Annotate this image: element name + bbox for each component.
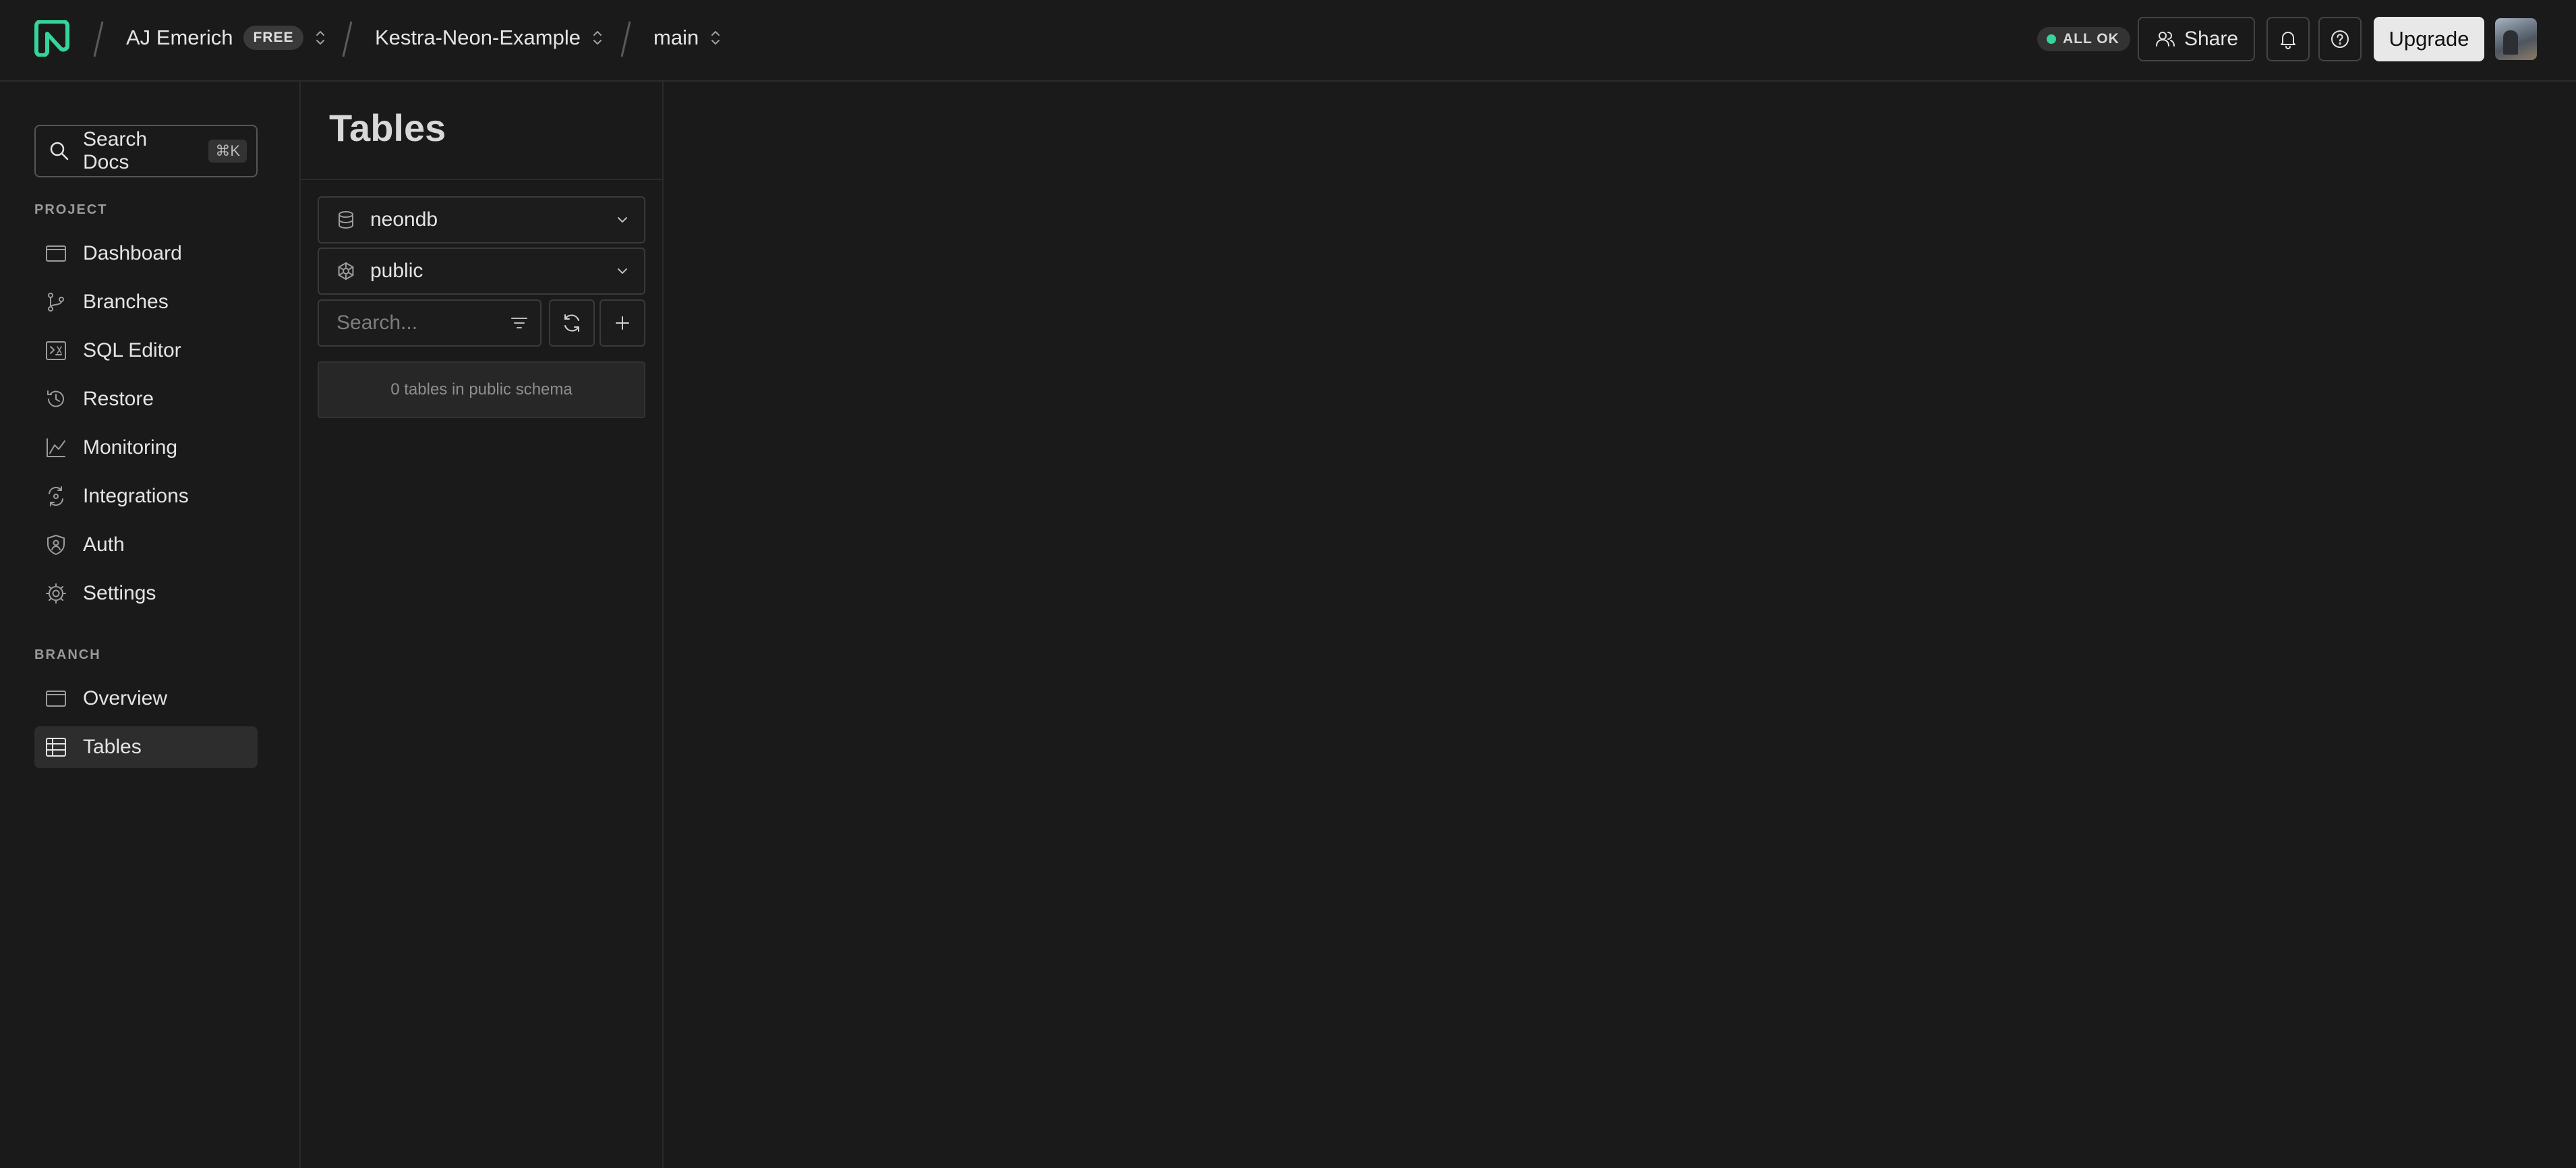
refresh-button[interactable] [549, 299, 595, 347]
share-label: Share [2184, 28, 2239, 50]
notifications-button[interactable] [2266, 17, 2310, 61]
restore-icon [44, 387, 68, 411]
page-title: Tables [329, 107, 446, 149]
main-content [664, 82, 2576, 1168]
chevron-updown-icon [709, 28, 722, 48]
database-icon [335, 209, 357, 231]
sidebar-item-label: Tables [83, 736, 142, 758]
sidebar-item-settings[interactable]: Settings [34, 573, 258, 614]
add-table-button[interactable] [599, 299, 645, 347]
help-button[interactable] [2318, 17, 2362, 61]
panel-header: Tables [301, 82, 662, 180]
org-name: AJ Emerich [126, 26, 233, 49]
bell-icon [2277, 28, 2299, 50]
schema-select-value: public [370, 260, 423, 282]
project-name: Kestra-Neon-Example [375, 26, 581, 49]
sidebar-item-auth[interactable]: Auth [34, 524, 258, 566]
users-icon [2155, 28, 2176, 50]
schema-select[interactable]: public [318, 247, 645, 295]
overview-icon [44, 687, 68, 711]
branch-icon [44, 290, 68, 314]
plus-icon [611, 312, 634, 334]
integrations-icon [44, 484, 68, 508]
avatar[interactable] [2495, 18, 2537, 60]
search-icon [48, 140, 71, 163]
table-search-placeholder: Search... [336, 312, 418, 334]
sidebar-item-branches[interactable]: Branches [34, 281, 258, 323]
shortcut-hint: ⌘K [208, 140, 247, 163]
filter-icon[interactable] [508, 312, 531, 334]
sidebar-item-dashboard[interactable]: Dashboard [34, 233, 258, 274]
search-docs-button[interactable]: Search Docs ⌘K [34, 125, 258, 177]
chevron-updown-icon [314, 28, 326, 48]
schema-icon [335, 260, 357, 282]
upgrade-button[interactable]: Upgrade [2374, 17, 2484, 61]
refresh-icon [560, 312, 583, 334]
sidebar-item-monitoring[interactable]: Monitoring [34, 427, 258, 469]
breadcrumb-branch[interactable]: main [653, 0, 722, 76]
breadcrumb-separator [341, 19, 354, 59]
sidebar-item-tables[interactable]: Tables [34, 726, 258, 768]
auth-icon [44, 533, 68, 557]
sidebar-item-label: Settings [83, 582, 156, 604]
status-badge[interactable]: ALL OK [2037, 27, 2130, 51]
chevron-down-icon [613, 210, 632, 229]
plan-badge: FREE [243, 26, 303, 50]
chevron-down-icon [613, 262, 632, 281]
sidebar-item-sql-editor[interactable]: SQL Editor [34, 330, 258, 372]
sidebar-item-label: Overview [83, 687, 168, 709]
status-text: ALL OK [2063, 31, 2119, 47]
section-label-project: PROJECT [34, 202, 108, 217]
sidebar-item-label: SQL Editor [83, 339, 181, 361]
sidebar-item-restore[interactable]: Restore [34, 378, 258, 420]
sidebar-item-label: Restore [83, 388, 154, 410]
help-icon [2329, 28, 2351, 50]
sidebar-item-label: Dashboard [83, 242, 182, 264]
section-label-branch: BRANCH [34, 647, 101, 662]
breadcrumb-org[interactable]: AJ Emerich FREE [126, 0, 326, 76]
tables-panel: Tables neondb public Search... 0 tables … [301, 82, 664, 1168]
monitoring-icon [44, 436, 68, 460]
search-docs-label: Search Docs [83, 128, 148, 173]
top-bar: AJ Emerich FREE Kestra-Neon-Example main… [0, 0, 2576, 82]
table-search-input[interactable]: Search... [318, 299, 541, 347]
sidebar-item-overview[interactable]: Overview [34, 678, 258, 720]
database-select[interactable]: neondb [318, 196, 645, 243]
breadcrumb-separator [92, 19, 105, 59]
gear-icon [44, 581, 68, 606]
empty-state: 0 tables in public schema [318, 361, 645, 418]
database-select-value: neondb [370, 208, 438, 231]
status-dot-icon [2047, 34, 2056, 44]
sidebar-item-label: Monitoring [83, 436, 178, 459]
breadcrumb-project[interactable]: Kestra-Neon-Example [375, 0, 604, 76]
sidebar-item-label: Integrations [83, 485, 189, 507]
breadcrumb-separator [619, 19, 633, 59]
dashboard-icon [44, 241, 68, 266]
table-icon [44, 735, 68, 759]
share-button[interactable]: Share [2138, 17, 2255, 61]
sidebar: Search Docs ⌘K PROJECT Dashboard Branche… [0, 82, 301, 1168]
sql-editor-icon [44, 339, 68, 363]
sidebar-item-integrations[interactable]: Integrations [34, 475, 258, 517]
neon-logo-icon[interactable] [34, 20, 70, 57]
chevron-updown-icon [591, 28, 604, 48]
sidebar-item-label: Auth [83, 533, 125, 556]
sidebar-item-label: Branches [83, 291, 169, 313]
branch-name: main [653, 26, 699, 49]
